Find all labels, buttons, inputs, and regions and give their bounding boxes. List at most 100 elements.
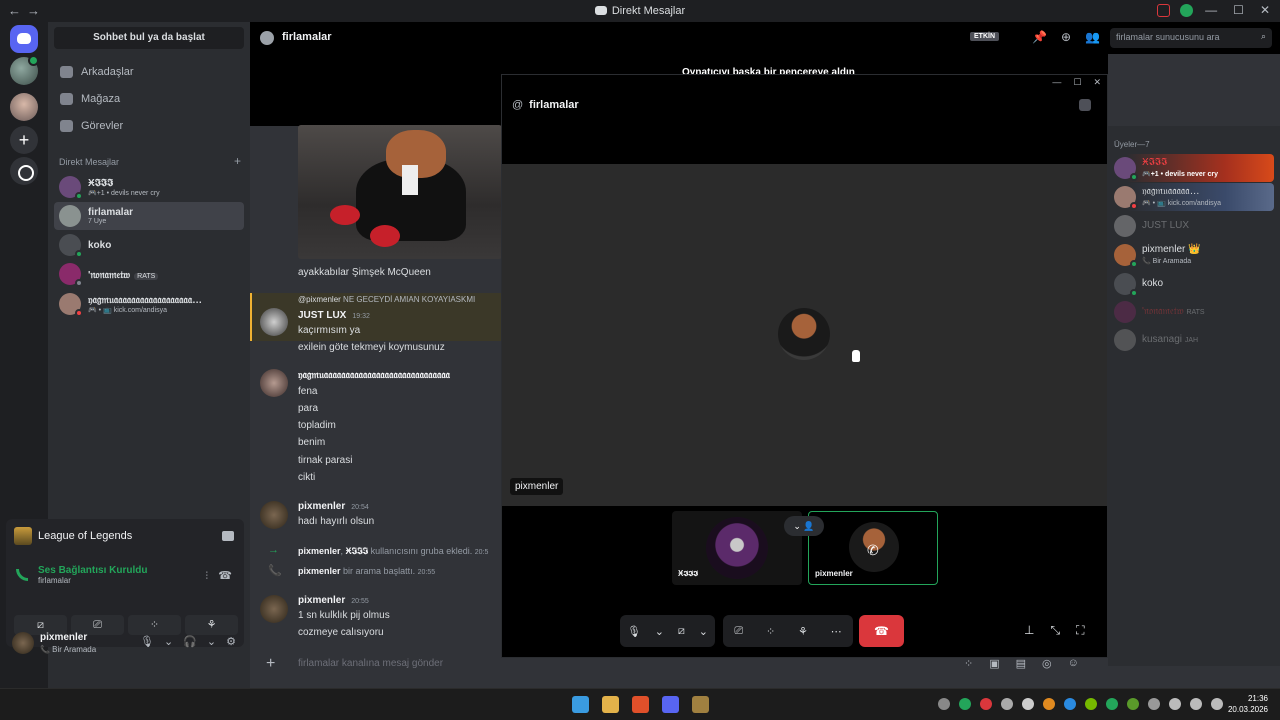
pin-icon[interactable]: 📌 — [1032, 30, 1047, 44]
chevron-down-icon[interactable]: ⌄ — [207, 635, 216, 648]
nvidia-icon[interactable] — [1085, 698, 1097, 710]
emoji-icon[interactable]: ☺ — [1068, 657, 1079, 670]
activity-options-icon[interactable] — [222, 531, 234, 541]
home-button[interactable] — [10, 25, 38, 53]
chat-toggle-icon[interactable] — [1079, 99, 1091, 111]
attach-plus-icon[interactable]: + — [266, 655, 275, 673]
find-conversation-button[interactable]: Sohbet bul ya da başlat — [54, 27, 244, 49]
screen-share-icon[interactable] — [1157, 4, 1170, 17]
screen-share-icon[interactable]: ⎚ — [734, 625, 743, 638]
more-icon[interactable]: ⋯ — [831, 625, 842, 638]
avatar[interactable] — [260, 595, 288, 623]
fullscreen-icon[interactable]: ⛶ — [1076, 623, 1084, 638]
pin-icon[interactable]: ⊥ — [1024, 623, 1034, 638]
nav-quests[interactable]: Görevler — [54, 113, 244, 139]
apps-icon[interactable]: ⁘ — [964, 657, 973, 670]
game-activity[interactable]: League of Legends — [14, 527, 132, 545]
tray-app-icon[interactable] — [1106, 698, 1118, 710]
tray-app-icon[interactable] — [959, 698, 971, 710]
microphone-icon[interactable]: 🎙 — [140, 635, 154, 648]
network-icon[interactable] — [1169, 698, 1181, 710]
message-author[interactable]: 𝔶𝔞𝔤𝔪𝔲𝔞𝔞𝔞𝔞𝔞𝔞𝔞𝔞𝔞𝔞𝔞𝔞𝔞𝔞𝔞𝔞𝔞𝔞𝔞𝔞𝔞𝔞𝔞𝔞𝔞𝔞𝔞𝔞𝔞 — [298, 370, 450, 381]
tray-app-icon[interactable] — [1064, 698, 1076, 710]
microphone-icon[interactable]: 🎙 — [627, 625, 641, 638]
soundboard-icon[interactable]: ⚘ — [798, 625, 808, 638]
dm-item[interactable]: Ӿ𝕴𝕴𝕴 🎮+1 • devils never cry — [54, 173, 244, 201]
tray-app-icon[interactable] — [980, 698, 992, 710]
clock[interactable]: 21:36 20.03.2026 — [1228, 693, 1268, 715]
chevron-down-icon[interactable]: ⌄ — [655, 625, 664, 638]
participant-tile-active[interactable]: ✆ pixmenler — [808, 511, 938, 585]
avatar — [1114, 215, 1136, 237]
explore-servers-button[interactable] — [10, 157, 38, 185]
window-controls[interactable]: — ☐ ✕ — [1205, 3, 1270, 17]
minimize-icon[interactable]: — — [1205, 3, 1217, 17]
avatar[interactable] — [260, 501, 288, 529]
tray-app-icon[interactable] — [1022, 698, 1034, 710]
volume-icon[interactable] — [1190, 698, 1202, 710]
maximize-icon[interactable]: ☐ — [1233, 3, 1244, 17]
search-input[interactable]: firlamalar sunucusunu ara ⌕ — [1110, 28, 1272, 48]
add-server-button[interactable]: + — [10, 126, 38, 154]
user-avatar[interactable] — [12, 632, 34, 654]
camera-off-icon[interactable]: ⧄ — [678, 625, 685, 638]
members-icon[interactable]: 👥 — [1085, 30, 1100, 44]
member-item[interactable]: pixmenler 👑 📞 Bir Aramada — [1110, 241, 1274, 269]
popout-window-controls[interactable]: — ☐ ✕ — [1052, 77, 1101, 88]
hang-up-button[interactable]: ☎ — [859, 615, 904, 647]
tray-app-icon[interactable] — [1043, 698, 1055, 710]
disconnect-icon[interactable]: ☎ — [218, 569, 232, 582]
brave-browser-icon[interactable] — [632, 696, 649, 713]
close-icon[interactable]: ✕ — [1093, 77, 1101, 88]
message-author[interactable]: pixmenler 20:54 — [298, 501, 369, 512]
popin-icon[interactable]: ⤡ — [1050, 623, 1060, 638]
dm-item[interactable]: 𝔶𝔞𝔤𝔪𝔲𝔞𝔞𝔞𝔞𝔞𝔞𝔞𝔞𝔞𝔞𝔞𝔞𝔞𝔞𝔞𝔞𝔞𝔞… 🎮 • 📺 kick.com/a… — [54, 290, 244, 318]
member-item[interactable]: 𝔶𝔞𝔤𝔪𝔲𝔞𝔞𝔞𝔞𝔞… 🎮 • 📺 kick.com/andisya — [1110, 183, 1274, 211]
close-icon[interactable]: ✕ — [1260, 3, 1270, 17]
help-icon[interactable] — [1180, 4, 1193, 17]
image-attachment[interactable] — [298, 125, 502, 259]
tile-collapse-button[interactable]: ⌄ 👤 — [784, 516, 824, 536]
activities-icon[interactable]: ⁘ — [766, 625, 775, 638]
avatar[interactable] — [260, 369, 288, 397]
member-item[interactable]: '𝔫𝔬𝔫𝔞𝔪𝔢𝔱𝔴 RATS — [1110, 298, 1274, 326]
sticker-icon[interactable]: ◎ — [1042, 657, 1052, 670]
gif-icon[interactable]: ▤ — [1016, 657, 1026, 670]
chevron-down-icon[interactable]: ⌄ — [699, 625, 708, 638]
dm-item[interactable]: '𝔫𝔬𝔫𝔞𝔪𝔢𝔱𝔴 RATS — [54, 260, 244, 288]
maximize-icon[interactable]: ☐ — [1073, 77, 1081, 88]
member-item[interactable]: koko — [1110, 270, 1274, 298]
dm-item-active[interactable]: firlamalar 7 Üye — [54, 202, 244, 230]
microphone-icon[interactable] — [1148, 698, 1160, 710]
server-icon[interactable] — [10, 93, 38, 121]
headphones-icon[interactable]: 🎧 — [183, 635, 197, 648]
battery-icon[interactable] — [1211, 698, 1223, 710]
add-friends-icon[interactable]: ⊕ — [1061, 30, 1071, 44]
discord-icon[interactable] — [662, 696, 679, 713]
member-item[interactable]: kusanagi JAH — [1110, 326, 1274, 354]
member-item[interactable]: JUST LUX — [1110, 212, 1274, 240]
participant-tile[interactable]: Ӿ𝕴𝕴𝕴 — [672, 511, 802, 585]
reply-reference[interactable]: @pixmenler NE GECEYDİ AMIAN KOYAYIASKMI — [298, 295, 475, 304]
add-dm-button[interactable]: + — [234, 154, 241, 168]
message-author[interactable]: JUST LUX 19:32 — [298, 310, 370, 321]
dm-item[interactable]: koko — [54, 231, 244, 259]
start-icon[interactable] — [572, 696, 589, 713]
minimize-icon[interactable]: — — [1052, 77, 1061, 88]
tray-app-icon[interactable] — [1001, 698, 1013, 710]
noise-suppression-icon[interactable]: ⫶ — [206, 571, 209, 582]
tray-app-icon[interactable] — [1127, 698, 1139, 710]
gift-icon[interactable]: ▣ — [989, 657, 999, 670]
chevron-down-icon[interactable]: ⌄ — [164, 635, 173, 648]
tray-app-icon[interactable] — [938, 698, 950, 710]
nav-friends[interactable]: Arkadaşlar — [54, 59, 244, 85]
league-client-icon[interactable] — [692, 696, 709, 713]
nav-store[interactable]: Mağaza — [54, 86, 244, 112]
settings-gear-icon[interactable]: ⚙ — [226, 635, 236, 648]
member-item[interactable]: Ӿ𝕴𝕴𝕴 🎮+1 • devils never cry — [1110, 154, 1274, 182]
store-icon — [60, 93, 73, 105]
avatar[interactable] — [260, 308, 288, 336]
message-author[interactable]: pixmenler 20:55 — [298, 595, 369, 606]
file-explorer-icon[interactable] — [602, 696, 619, 713]
call-stage[interactable]: pixmenler — [502, 164, 1107, 506]
